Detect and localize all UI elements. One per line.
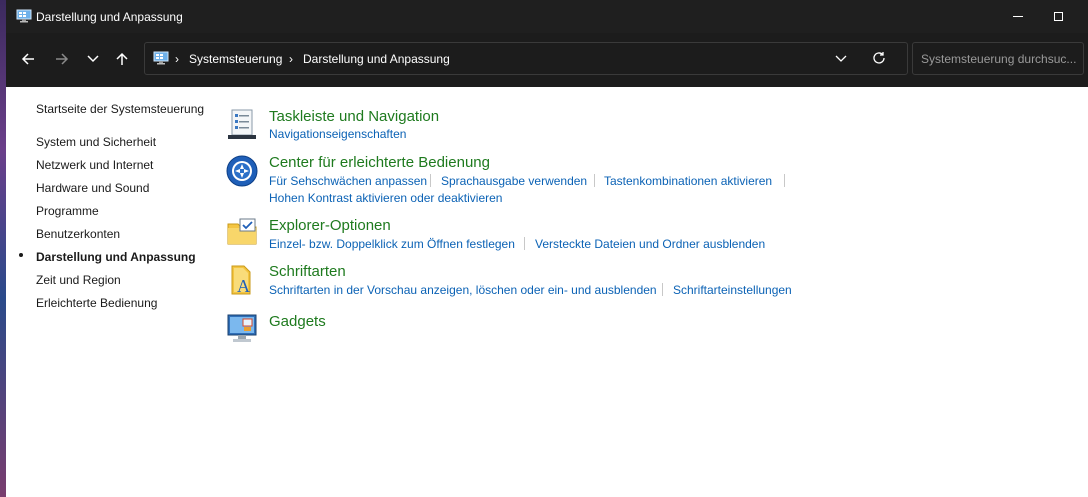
forward-button[interactable] <box>50 47 74 71</box>
link-narrator[interactable]: Sprachausgabe verwenden <box>441 174 587 188</box>
window-title: Darstellung und Anpassung <box>36 10 183 24</box>
gadgets-icon[interactable] <box>226 312 258 344</box>
category-title-explorer-options[interactable]: Explorer-Optionen <box>269 217 391 234</box>
link-separator <box>594 174 595 187</box>
sidebar-item-clock-region[interactable]: Zeit und Region <box>36 273 121 287</box>
link-high-contrast[interactable]: Hohen Kontrast aktivieren oder deaktivie… <box>269 191 502 205</box>
back-arrow-icon <box>21 53 34 65</box>
refresh-icon <box>873 52 885 64</box>
search-input[interactable] <box>919 50 1081 68</box>
up-button[interactable] <box>110 47 134 71</box>
sidebar-item-network[interactable]: Netzwerk und Internet <box>36 158 153 172</box>
link-single-double-click[interactable]: Einzel- bzw. Doppelklick zum Öffnen fest… <box>269 237 515 251</box>
link-separator <box>524 237 525 250</box>
breadcrumb-item[interactable]: Systemsteuerung <box>189 52 282 66</box>
folder-options-icon[interactable] <box>226 216 258 248</box>
link-hidden-files[interactable]: Versteckte Dateien und Ordner ausblenden <box>535 237 765 251</box>
sidebar-item-user-accounts[interactable]: Benutzerkonten <box>36 227 120 241</box>
breadcrumb-chevron-icon: › <box>175 52 179 66</box>
breadcrumb-chevron-icon: › <box>289 52 293 66</box>
control-panel-icon <box>16 9 32 26</box>
sidebar-home-link[interactable]: Startseite der Systemsteuerung <box>36 102 204 116</box>
forward-arrow-icon <box>56 53 69 65</box>
link-font-settings[interactable]: Schriftarteinstellungen <box>673 283 792 297</box>
sidebar-item-ease-of-access[interactable]: Erleichterte Bedienung <box>36 296 157 310</box>
recent-locations-button[interactable] <box>81 47 105 71</box>
sidebar-item-appearance[interactable]: Darstellung und Anpassung <box>36 250 196 264</box>
category-title-ease-of-access[interactable]: Center für erleichterte Bedienung <box>269 154 490 171</box>
maximize-button[interactable] <box>1035 0 1081 33</box>
refresh-button[interactable] <box>871 50 887 69</box>
sidebar-item-programs[interactable]: Programme <box>36 204 99 218</box>
svg-text:A: A <box>237 276 250 296</box>
link-navigation-properties[interactable]: Navigationseigenschaften <box>269 127 406 141</box>
breadcrumb-item[interactable]: Darstellung und Anpassung <box>303 52 450 66</box>
sidebar-item-hardware[interactable]: Hardware und Sound <box>36 181 149 195</box>
category-title-gadgets[interactable]: Gadgets <box>269 313 326 330</box>
link-separator <box>430 174 431 187</box>
back-button[interactable] <box>16 47 40 71</box>
link-preview-fonts[interactable]: Schriftarten in der Vorschau anzeigen, l… <box>269 283 657 297</box>
category-title-fonts[interactable]: Schriftarten <box>269 263 346 280</box>
link-separator <box>662 283 663 296</box>
link-vision-settings[interactable]: Für Sehschwächen anpassen <box>269 174 427 188</box>
control-panel-icon <box>153 51 169 68</box>
chevron-down-icon <box>87 55 99 63</box>
search-box[interactable] <box>912 42 1084 75</box>
up-arrow-icon <box>116 52 128 65</box>
category-title-taskbar[interactable]: Taskleiste und Navigation <box>269 108 439 125</box>
address-dropdown-button[interactable] <box>835 51 847 68</box>
link-shortcut-keys[interactable]: Tastenkombinationen aktivieren <box>604 174 772 188</box>
link-separator <box>784 174 785 187</box>
address-bar[interactable]: › Systemsteuerung › Darstellung und Anpa… <box>144 42 908 75</box>
taskbar-icon[interactable] <box>226 108 258 140</box>
ease-of-access-icon[interactable] <box>226 155 258 187</box>
fonts-icon[interactable]: A <box>226 264 258 296</box>
control-panel-window: Darstellung und Anpassung › Systemsteuer… <box>6 0 1088 497</box>
sidebar-item-system-security[interactable]: System und Sicherheit <box>36 135 156 149</box>
navigation-bar: › Systemsteuerung › Darstellung und Anpa… <box>6 33 1088 87</box>
title-bar: Darstellung und Anpassung <box>6 0 1088 33</box>
active-item-bullet <box>19 253 23 257</box>
chevron-down-icon <box>835 55 847 62</box>
